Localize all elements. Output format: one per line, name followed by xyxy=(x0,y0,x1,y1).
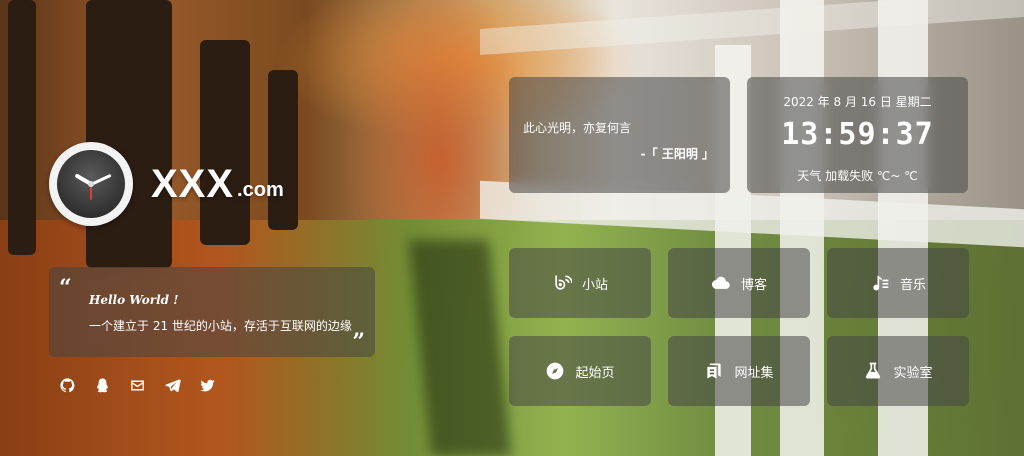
hello-description: 一个建立于 21 世纪的小站，存活于互联网的边缘 xyxy=(89,319,352,333)
current-date: 2022 年 8 月 16 日 星期二 xyxy=(783,95,932,109)
hello-title: Hello World ! xyxy=(89,293,179,307)
quote-text: 此心光明，亦复何言 xyxy=(523,121,632,135)
telegram-icon[interactable] xyxy=(163,376,181,394)
tile-label: 实验室 xyxy=(893,365,933,381)
clock-logo-icon xyxy=(49,142,133,226)
background-tree-trunk xyxy=(8,0,36,255)
tile-label: 起始页 xyxy=(575,365,615,381)
background-fence-rail xyxy=(480,0,1024,56)
tile-start-page[interactable]: 起始页 xyxy=(509,336,651,406)
open-quote-icon: “ xyxy=(59,275,72,301)
tile-label: 小站 xyxy=(581,277,608,293)
bookmark-icon xyxy=(707,363,722,379)
datetime-card: 2022 年 8 月 16 日 星期二 13:59:37 天气 加载失败 ℃~ … xyxy=(747,77,968,193)
social-links xyxy=(58,376,216,394)
music-icon xyxy=(873,275,889,291)
quote-card: 此心光明，亦复何言 -「 王阳明 」 xyxy=(509,77,730,193)
current-time: 13:59:37 xyxy=(781,117,934,152)
site-domain-suffix: .com xyxy=(237,178,284,201)
tile-label: 网址集 xyxy=(734,365,774,381)
hello-card: “ Hello World ! 一个建立于 21 世纪的小站，存活于互联网的边缘… xyxy=(49,267,375,357)
compass-icon xyxy=(547,362,564,380)
tile-label: 博客 xyxy=(740,277,767,293)
qq-icon[interactable] xyxy=(93,376,111,394)
tile-lab[interactable]: 实验室 xyxy=(827,336,969,406)
email-icon[interactable] xyxy=(128,376,146,394)
site-name: XXX xyxy=(151,161,235,206)
flask-icon xyxy=(866,362,881,379)
github-icon[interactable] xyxy=(58,376,76,394)
weather-info: 天气 加载失败 ℃~ ℃ xyxy=(797,169,918,183)
site-logo[interactable]: XXX .com xyxy=(49,142,284,226)
tile-label: 音乐 xyxy=(899,277,926,293)
blog-link-icon xyxy=(555,275,572,290)
cloud-icon xyxy=(711,276,730,289)
background-tree-trunk xyxy=(86,0,172,268)
tile-bookmarks[interactable]: 网址集 xyxy=(668,336,810,406)
quote-author: -「 王阳明 」 xyxy=(640,147,714,161)
twitter-icon[interactable] xyxy=(198,376,216,394)
tile-blog[interactable]: 博客 xyxy=(668,248,810,318)
close-quote-icon: ” xyxy=(352,329,365,355)
tile-music[interactable]: 音乐 xyxy=(827,248,969,318)
tile-blog-site[interactable]: 小站 xyxy=(509,248,651,318)
